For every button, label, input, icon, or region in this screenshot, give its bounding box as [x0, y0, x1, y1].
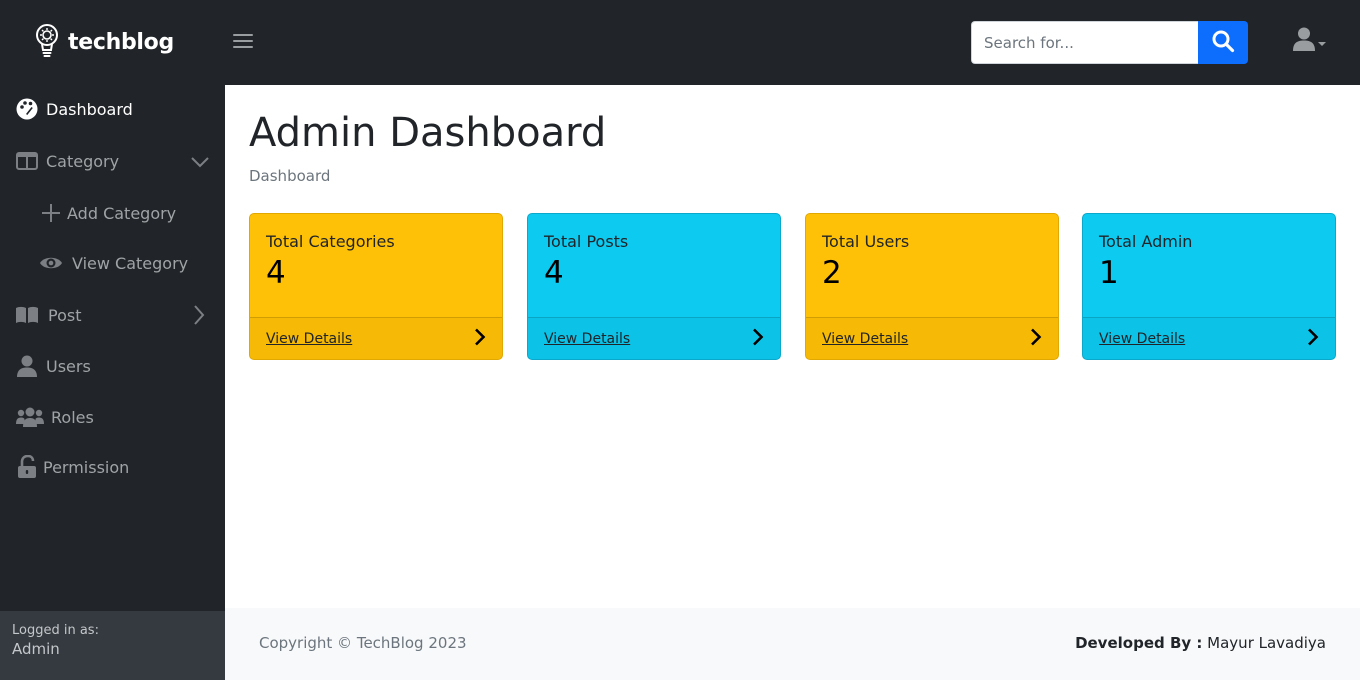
view-details-link[interactable]: View Details: [1099, 331, 1185, 347]
user-menu-dropdown[interactable]: [1293, 27, 1326, 55]
sidebar-item-label: View Category: [72, 253, 189, 273]
plus-icon: [38, 203, 64, 223]
card-title: Total Posts: [544, 232, 629, 251]
palette-icon: [14, 98, 40, 120]
card-footer[interactable]: View Details: [250, 317, 502, 359]
top-navbar: techblog: [0, 0, 1360, 85]
sidebar-item-label: Users: [46, 356, 91, 376]
card-footer[interactable]: View Details: [806, 317, 1058, 359]
copyright-text: Copyright © TechBlog 2023: [259, 634, 467, 652]
sidebar-footer: Logged in as: Admin: [0, 611, 225, 680]
sidebar-item-users[interactable]: Users: [0, 346, 225, 386]
search-form: [971, 21, 1248, 64]
card-footer[interactable]: View Details: [528, 317, 780, 359]
card-count: 4: [544, 255, 564, 291]
menu-bar: [233, 40, 253, 42]
book-icon: [14, 306, 40, 324]
card-count: 1: [1099, 255, 1119, 291]
developer-credit: Developed By : Mayur Lavadiya: [1075, 634, 1326, 652]
page-footer: Copyright © TechBlog 2023 Developed By :…: [225, 608, 1360, 680]
sidebar-item-label: Category: [46, 151, 120, 171]
card-title: Total Categories: [266, 232, 395, 251]
lightbulb-icon: [34, 22, 60, 62]
stat-card-posts: Total Posts 4 View Details: [527, 213, 781, 360]
card-count: 2: [822, 255, 842, 291]
chevron-down-icon: [191, 153, 209, 172]
sidebar-toggle-button[interactable]: [233, 31, 253, 51]
card-count: 4: [266, 255, 286, 291]
sidebar-item-add-category[interactable]: Add Category: [0, 193, 225, 233]
sidebar-item-roles[interactable]: Roles: [0, 397, 225, 437]
menu-bar: [233, 46, 253, 48]
sidebar-item-label: Roles: [51, 407, 94, 427]
chevron-right-icon: [474, 328, 486, 350]
search-icon: [1211, 29, 1235, 56]
user-icon: [14, 355, 40, 377]
chevron-right-icon: [193, 305, 205, 329]
search-button[interactable]: [1198, 21, 1248, 64]
logged-in-label: Logged in as:: [12, 623, 99, 638]
chevron-right-icon: [752, 328, 764, 350]
view-details-link[interactable]: View Details: [266, 331, 352, 347]
page-title: Admin Dashboard: [249, 110, 607, 156]
sidebar-item-label: Dashboard: [46, 99, 133, 119]
brand-name: techblog: [68, 29, 174, 55]
card-title: Total Users: [822, 232, 910, 251]
menu-bar: [233, 34, 253, 36]
columns-icon: [14, 152, 40, 170]
sidebar-item-category[interactable]: Category: [0, 141, 225, 181]
stat-card-admin: Total Admin 1 View Details: [1082, 213, 1336, 360]
eye-icon: [38, 254, 64, 272]
logged-in-user: Admin: [12, 640, 60, 658]
sidebar-item-label: Add Category: [67, 203, 177, 223]
developed-by-label: Developed By :: [1075, 634, 1203, 652]
view-details-link[interactable]: View Details: [822, 331, 908, 347]
sidebar-item-label: Permission: [43, 457, 130, 477]
brand-logo[interactable]: techblog: [34, 22, 174, 62]
card-title: Total Admin: [1099, 232, 1193, 251]
stat-card-users: Total Users 2 View Details: [805, 213, 1059, 360]
lock-open-icon: [14, 455, 40, 479]
sidebar-item-dashboard[interactable]: Dashboard: [0, 89, 225, 129]
sidebar-item-post[interactable]: Post: [0, 295, 225, 335]
chevron-right-icon: [1030, 328, 1042, 350]
card-footer[interactable]: View Details: [1083, 317, 1335, 359]
sidebar-item-view-category[interactable]: View Category: [0, 243, 225, 283]
sidebar-item-label: Post: [48, 305, 82, 325]
caret-down-icon: [1318, 32, 1326, 51]
search-input[interactable]: [971, 21, 1198, 64]
sidebar-item-permission[interactable]: Permission: [0, 447, 225, 487]
developer-name: Mayur Lavadiya: [1207, 634, 1326, 652]
breadcrumb: Dashboard: [249, 167, 331, 185]
stat-card-categories: Total Categories 4 View Details: [249, 213, 503, 360]
users-icon: [14, 407, 46, 427]
view-details-link[interactable]: View Details: [544, 331, 630, 347]
chevron-right-icon: [1307, 328, 1319, 350]
sidebar: Dashboard Category Add Category View Cat…: [0, 85, 225, 680]
user-icon: [1293, 27, 1315, 55]
